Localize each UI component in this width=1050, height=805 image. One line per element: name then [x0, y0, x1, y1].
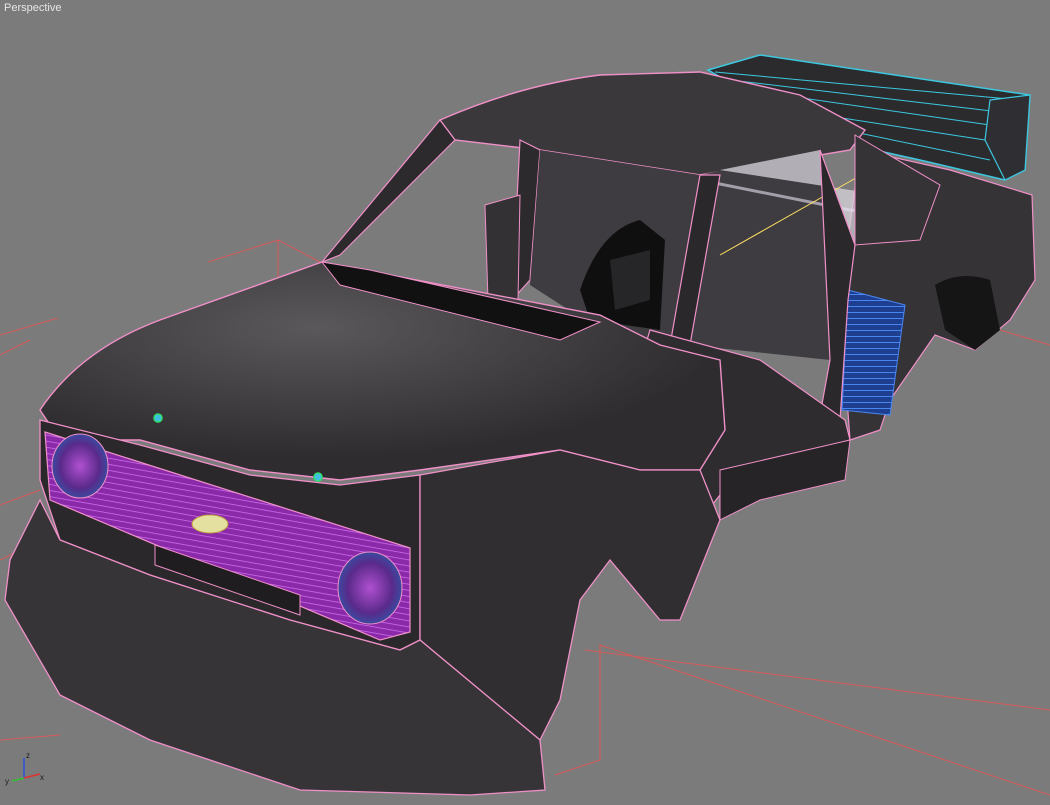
washer-nozzle-icon	[313, 472, 323, 482]
perspective-viewport[interactable]: Perspective z x y	[0, 0, 1050, 805]
3d-scene[interactable]	[0, 0, 1050, 805]
side-vent	[841, 289, 906, 416]
washer-nozzle-icon	[153, 413, 163, 423]
axis-y-label: y	[5, 777, 9, 786]
axis-x-label: x	[40, 773, 44, 782]
axis-z-label: z	[26, 751, 30, 760]
left-headlight	[51, 433, 109, 499]
right-headlight	[337, 551, 403, 625]
axis-gizmo: z x y	[5, 751, 44, 786]
badge-emblem	[191, 514, 229, 534]
